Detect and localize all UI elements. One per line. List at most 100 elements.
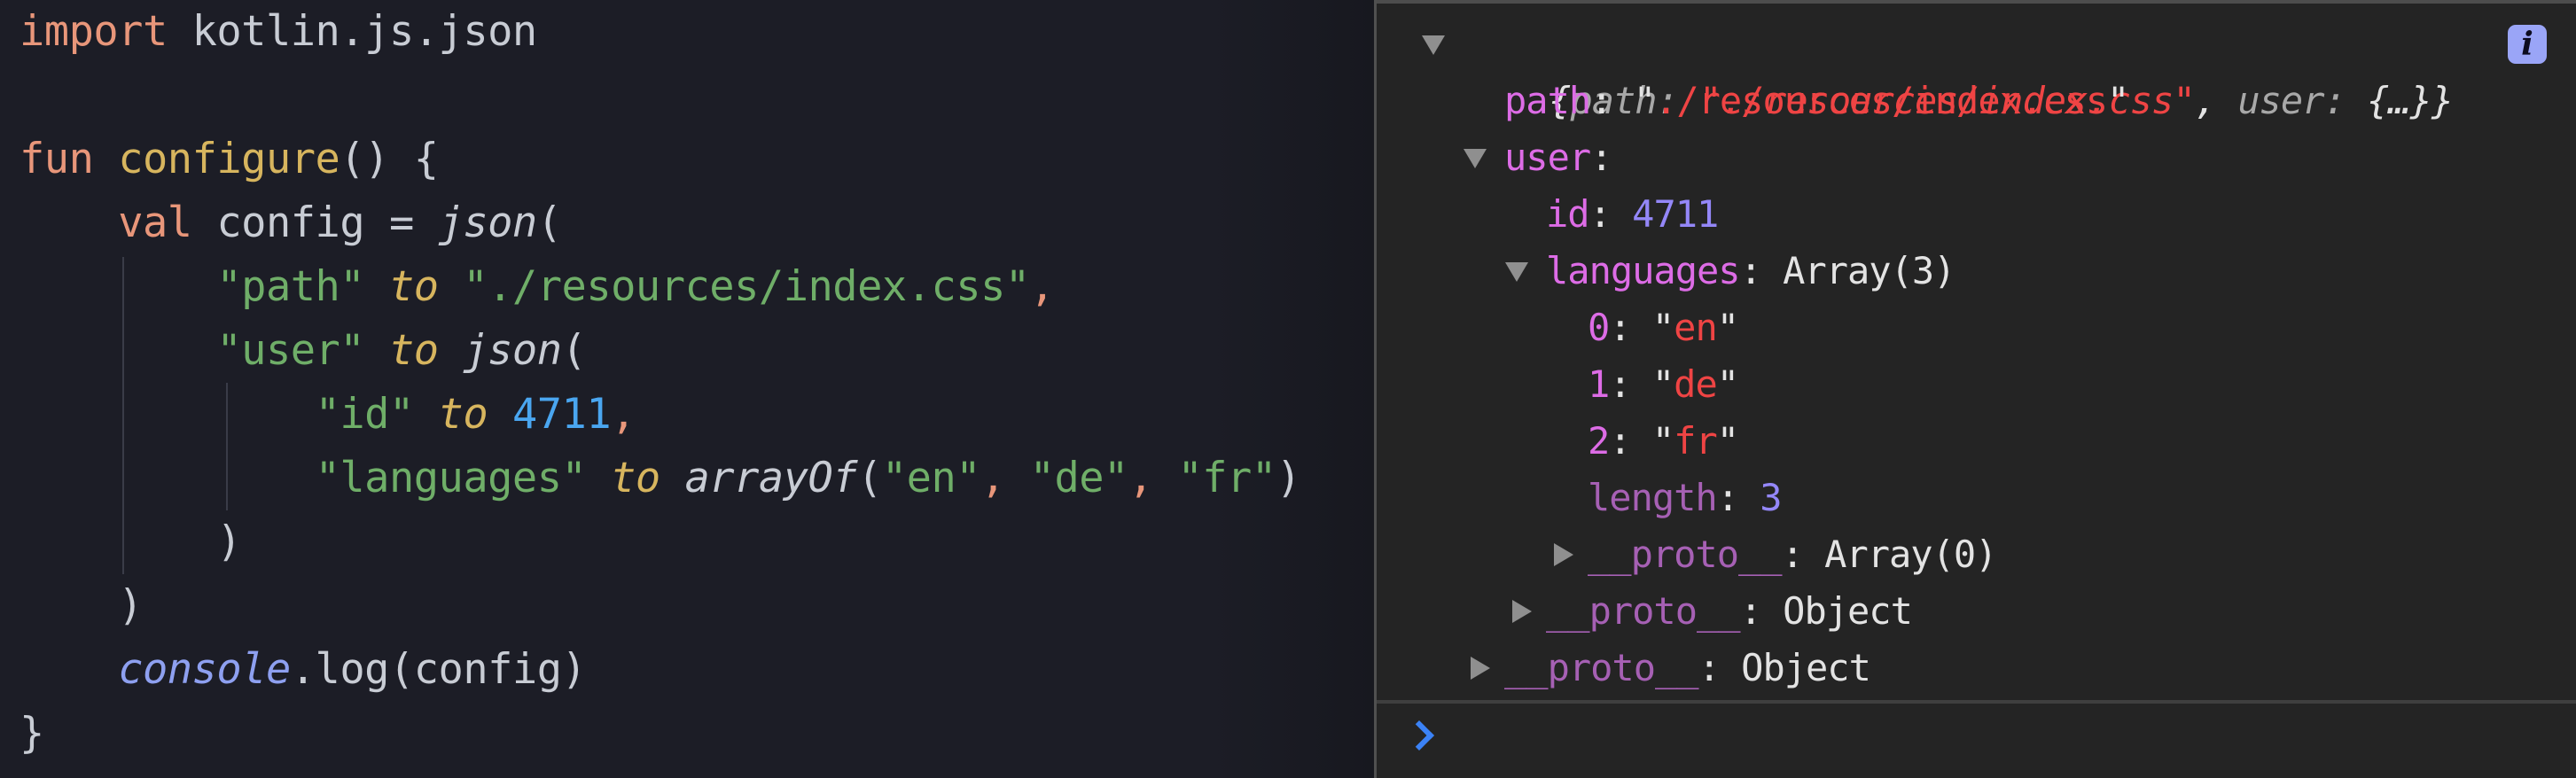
code-token: "en" (881, 454, 981, 502)
property-key: __proto__ (1588, 533, 1783, 576)
property-value: Object (1783, 589, 1913, 633)
code-line[interactable]: ) (20, 510, 241, 574)
colon: : (1609, 306, 1652, 349)
collapse-triangle-icon[interactable] (1464, 149, 1487, 168)
summary-user-key: user: (2237, 79, 2368, 122)
collapse-triangle-icon[interactable] (1505, 262, 1528, 282)
colon: : (1589, 192, 1633, 236)
property-value: ./resources/index.css (1655, 79, 2108, 122)
code-token: val (118, 198, 192, 247)
code-token: configure (118, 135, 340, 183)
property-value: 3 (1760, 476, 1782, 519)
code-token: config = (191, 198, 439, 247)
code-token: , (611, 390, 636, 439)
property-key: languages (1546, 249, 1741, 292)
code-token: , (980, 454, 1030, 502)
code-token: to (438, 390, 488, 439)
code-line[interactable]: "user" to json( (20, 319, 586, 383)
tree-row: 0: "en" (1588, 300, 1739, 356)
code-token: ) (1276, 454, 1301, 502)
colon: : (1590, 79, 1634, 122)
property-key: path (1504, 79, 1591, 122)
code-token: to (611, 454, 660, 502)
code-token: ( (561, 326, 587, 375)
info-icon[interactable]: i (2508, 25, 2547, 64)
quote: " (1716, 306, 1739, 349)
tree-row[interactable]: __proto__: Object (1512, 583, 1913, 640)
colon: : (1698, 646, 1742, 689)
code-line[interactable]: fun configure() { (20, 128, 439, 191)
tree-row[interactable]: languages: Array(3) (1505, 243, 1955, 300)
code-token: ) (20, 517, 242, 566)
code-token: "path" (216, 262, 365, 311)
code-token: .log(config) (290, 645, 587, 694)
expand-triangle-icon[interactable] (1554, 543, 1573, 566)
colon: : (1716, 476, 1760, 519)
code-token: arrayOf (684, 454, 858, 502)
expand-triangle-icon[interactable] (1512, 600, 1532, 623)
colon: : (1739, 589, 1784, 633)
quote: " (1633, 79, 1656, 122)
colon: : (1739, 249, 1784, 292)
code-token: "fr" (1177, 454, 1276, 502)
property-value: de (1674, 362, 1718, 406)
code-token: "user" (216, 326, 365, 375)
property-value: Array(0) (1824, 533, 1997, 576)
console-prompt[interactable] (1377, 704, 2576, 778)
tree-row[interactable]: __proto__: Object (1471, 640, 1871, 696)
property-value: Array(3) (1783, 249, 1955, 292)
quote: " (2107, 79, 2129, 122)
code-line[interactable]: "languages" to arrayOf("en", "de", "fr") (20, 447, 1301, 510)
console-top-border (1377, 0, 2576, 4)
prompt-chevron-icon (1404, 720, 1434, 751)
code-token: to (388, 326, 439, 375)
summary-separator: , (2194, 79, 2238, 122)
tree-row[interactable]: __proto__: Array(0) (1554, 526, 1997, 583)
code-token: 4711 (511, 390, 612, 439)
code-token: } (20, 709, 44, 758)
property-value: Object (1741, 646, 1871, 689)
colon: : (1609, 362, 1652, 406)
code-line[interactable]: "path" to "./resources/index.css", (20, 255, 1055, 319)
property-key: id (1546, 192, 1590, 236)
expand-triangle-down-icon[interactable] (1422, 35, 1445, 55)
quote: " (1651, 419, 1674, 463)
property-value: en (1674, 306, 1718, 349)
tree-row[interactable]: user: (1464, 129, 1612, 186)
code-line[interactable]: "id" to 4711, (20, 383, 636, 447)
object-summary-row[interactable]: {path: "./resources/index.css", user: {…… (1422, 16, 2454, 122)
summary-close-brace: } (2431, 79, 2454, 122)
quote: " (1651, 306, 1674, 349)
console-input[interactable] (1448, 711, 2558, 766)
code-line[interactable]: import kotlin.js.json (20, 0, 537, 64)
property-key: 0 (1588, 306, 1610, 349)
quote: " (1651, 362, 1674, 406)
code-token: fun (20, 135, 94, 183)
tree-row: path: "./resources/index.css" (1504, 73, 2129, 129)
tree-row: id: 4711 (1546, 186, 1719, 243)
code-line[interactable]: console.log(config) (20, 638, 587, 702)
code-line[interactable]: } (20, 702, 44, 766)
code-token: json (438, 198, 538, 247)
property-key: 1 (1588, 362, 1610, 406)
quote: " (1716, 419, 1739, 463)
code-line[interactable]: val config = json( (20, 191, 562, 255)
expand-triangle-icon[interactable] (1471, 657, 1490, 680)
property-key: user (1504, 136, 1591, 179)
code-token: "de" (1029, 454, 1129, 502)
code-line[interactable]: ) (20, 574, 143, 638)
code-token: () { (340, 135, 439, 183)
code-token: ( (857, 454, 882, 502)
colon: : (1590, 136, 1612, 179)
code-token: json (463, 326, 562, 375)
code-editor[interactable]: import kotlin.js.json fun configure() { v… (0, 0, 1374, 778)
property-value: fr (1674, 419, 1718, 463)
